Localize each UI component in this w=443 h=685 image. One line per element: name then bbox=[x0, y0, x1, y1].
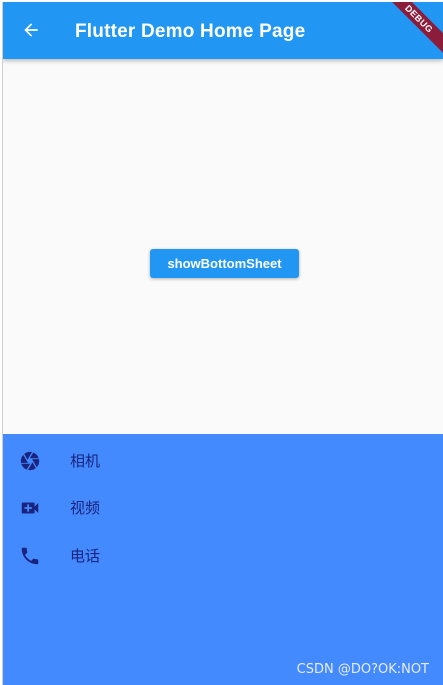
sheet-item-label: 相机 bbox=[70, 452, 101, 470]
show-bottom-sheet-button[interactable]: showBottomSheet bbox=[150, 249, 299, 278]
sheet-item-label: 电话 bbox=[70, 547, 101, 565]
phone-icon bbox=[19, 545, 41, 567]
app-window: Flutter Demo Home Page DEBUG showBottomS… bbox=[2, 2, 443, 685]
videocam-icon bbox=[19, 497, 41, 519]
back-button[interactable] bbox=[15, 14, 47, 46]
page-body: showBottomSheet bbox=[3, 59, 443, 434]
sheet-item-label: 视频 bbox=[70, 499, 101, 517]
app-bar: Flutter Demo Home Page bbox=[3, 2, 443, 59]
sheet-item-phone[interactable]: 电话 bbox=[3, 533, 443, 579]
arrow-back-icon bbox=[24, 23, 38, 37]
bottom-sheet: 相机 视频 电话 bbox=[3, 434, 443, 685]
watermark: CSDN @DO?OK:NOT bbox=[296, 662, 429, 677]
page-title: Flutter Demo Home Page bbox=[75, 21, 306, 42]
sheet-item-camera[interactable]: 相机 bbox=[3, 438, 443, 484]
camera-icon bbox=[19, 450, 41, 472]
sheet-item-video[interactable]: 视频 bbox=[3, 485, 443, 531]
